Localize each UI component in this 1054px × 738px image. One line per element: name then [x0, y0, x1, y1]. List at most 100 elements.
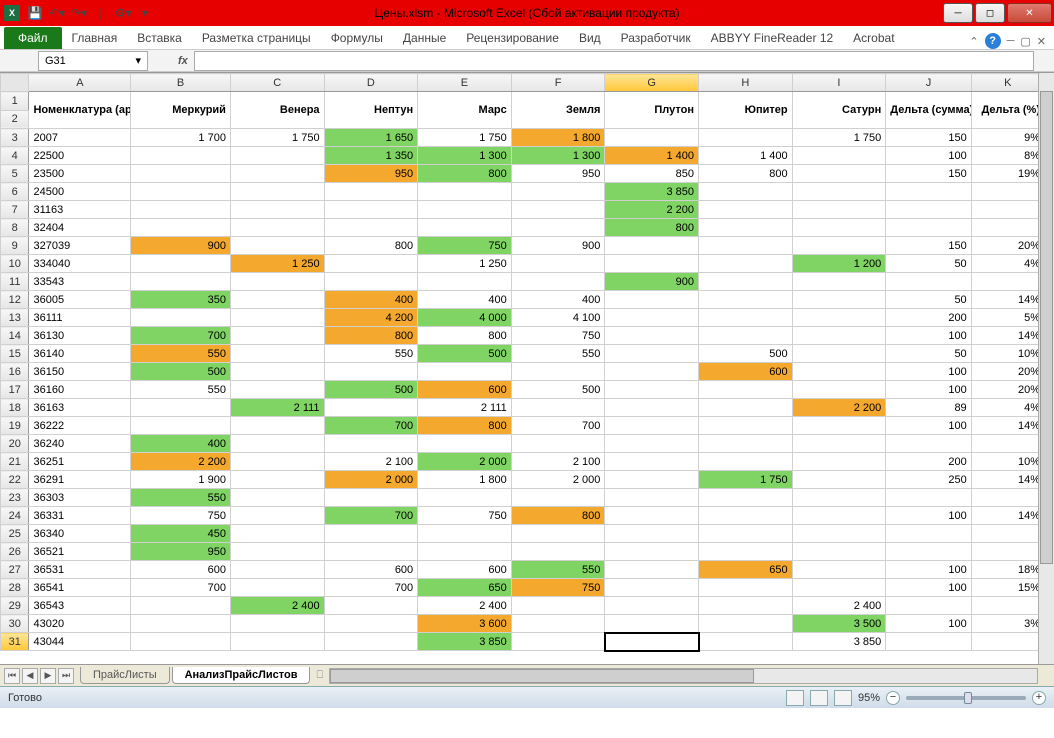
cell[interactable]: 100 [886, 327, 971, 345]
cell[interactable] [699, 579, 793, 597]
row-header-25[interactable]: 25 [1, 525, 29, 543]
cell[interactable]: 36150 [29, 363, 131, 381]
cell[interactable]: 800 [605, 219, 699, 237]
header-cell[interactable]: Венера [230, 92, 324, 129]
row-header-18[interactable]: 18 [1, 399, 29, 417]
cell[interactable]: 43020 [29, 615, 131, 633]
row-header-29[interactable]: 29 [1, 597, 29, 615]
cell[interactable]: 50 [886, 255, 971, 273]
spreadsheet-grid[interactable]: ABCDEFGHIJK 1Номенклатура (артикул)Мерку… [0, 73, 1045, 651]
cell[interactable]: 800 [418, 165, 512, 183]
cell[interactable] [792, 327, 886, 345]
cell[interactable] [605, 489, 699, 507]
cell[interactable] [792, 471, 886, 489]
tab-developer[interactable]: Разработчик [611, 27, 701, 49]
cell[interactable] [511, 273, 605, 291]
cell[interactable] [131, 147, 231, 165]
cell[interactable] [699, 129, 793, 147]
vertical-scrollbar[interactable] [1038, 73, 1054, 664]
cell[interactable] [230, 291, 324, 309]
cell[interactable]: 900 [605, 273, 699, 291]
cell[interactable]: 9% [971, 129, 1044, 147]
cell[interactable] [886, 219, 971, 237]
cell[interactable]: 20% [971, 363, 1044, 381]
cell[interactable]: 550 [131, 345, 231, 363]
cell[interactable] [605, 255, 699, 273]
row-header-9[interactable]: 9 [1, 237, 29, 255]
tab-acrobat[interactable]: Acrobat [843, 27, 904, 49]
cell[interactable] [511, 255, 605, 273]
row-header-4[interactable]: 4 [1, 147, 29, 165]
cell[interactable]: 800 [324, 237, 418, 255]
cell[interactable] [605, 345, 699, 363]
tab-formulas[interactable]: Формулы [321, 27, 393, 49]
cell[interactable] [699, 453, 793, 471]
cell[interactable]: 2007 [29, 129, 131, 147]
cell[interactable]: 600 [418, 561, 512, 579]
cell[interactable] [511, 435, 605, 453]
cell[interactable]: 3 850 [792, 633, 886, 651]
sheet-tab-pricelists[interactable]: ПрайсЛисты [80, 667, 170, 684]
cell[interactable] [971, 543, 1044, 561]
cell[interactable]: 2 400 [792, 597, 886, 615]
cell[interactable]: 89 [886, 399, 971, 417]
cell[interactable]: 1 400 [605, 147, 699, 165]
namebox-dropdown-icon[interactable]: ▾ [135, 54, 141, 67]
cell[interactable]: 650 [699, 561, 793, 579]
cell[interactable] [971, 219, 1044, 237]
cell[interactable]: 700 [324, 417, 418, 435]
cell[interactable]: 10% [971, 345, 1044, 363]
cell[interactable]: 600 [131, 561, 231, 579]
cell[interactable]: 550 [131, 489, 231, 507]
cell[interactable] [792, 435, 886, 453]
cell[interactable] [971, 489, 1044, 507]
cell[interactable] [605, 363, 699, 381]
cell[interactable] [699, 417, 793, 435]
cell[interactable] [511, 597, 605, 615]
cell[interactable] [699, 435, 793, 453]
header-cell[interactable]: Нептун [324, 92, 418, 129]
cell[interactable]: 4 100 [511, 309, 605, 327]
cell[interactable]: 10% [971, 453, 1044, 471]
cell[interactable]: 950 [511, 165, 605, 183]
cell[interactable]: 1 400 [699, 147, 793, 165]
cell[interactable] [230, 615, 324, 633]
cell[interactable]: 15% [971, 579, 1044, 597]
zoom-in-button[interactable]: + [1032, 691, 1046, 705]
cell[interactable]: 36521 [29, 543, 131, 561]
view-normal-icon[interactable] [786, 690, 804, 706]
cell[interactable] [324, 273, 418, 291]
cell[interactable] [792, 453, 886, 471]
cell[interactable] [324, 363, 418, 381]
row-header-27[interactable]: 27 [1, 561, 29, 579]
cell[interactable] [324, 183, 418, 201]
cell[interactable] [792, 363, 886, 381]
cell[interactable]: 36163 [29, 399, 131, 417]
cell[interactable] [971, 183, 1044, 201]
cell[interactable] [131, 633, 231, 651]
cell[interactable]: 3 600 [418, 615, 512, 633]
cell[interactable]: 36303 [29, 489, 131, 507]
cell[interactable] [131, 399, 231, 417]
cell[interactable] [792, 489, 886, 507]
cell[interactable]: 4 000 [418, 309, 512, 327]
cell[interactable]: 1 900 [131, 471, 231, 489]
cell[interactable] [230, 165, 324, 183]
cell[interactable]: 3 850 [605, 183, 699, 201]
cell[interactable]: 2 400 [418, 597, 512, 615]
cell[interactable]: 1 350 [324, 147, 418, 165]
cell[interactable]: 327039 [29, 237, 131, 255]
row-header-5[interactable]: 5 [1, 165, 29, 183]
cell[interactable]: 4 200 [324, 309, 418, 327]
cell[interactable] [131, 597, 231, 615]
cell[interactable]: 33543 [29, 273, 131, 291]
cell[interactable] [230, 201, 324, 219]
row-header-24[interactable]: 24 [1, 507, 29, 525]
cell[interactable] [886, 597, 971, 615]
cell[interactable]: 500 [131, 363, 231, 381]
cell[interactable] [230, 543, 324, 561]
row-header-22[interactable]: 22 [1, 471, 29, 489]
cell[interactable]: 800 [418, 327, 512, 345]
cell[interactable]: 1 200 [792, 255, 886, 273]
tab-nav-prev-icon[interactable]: ◀ [22, 668, 38, 684]
